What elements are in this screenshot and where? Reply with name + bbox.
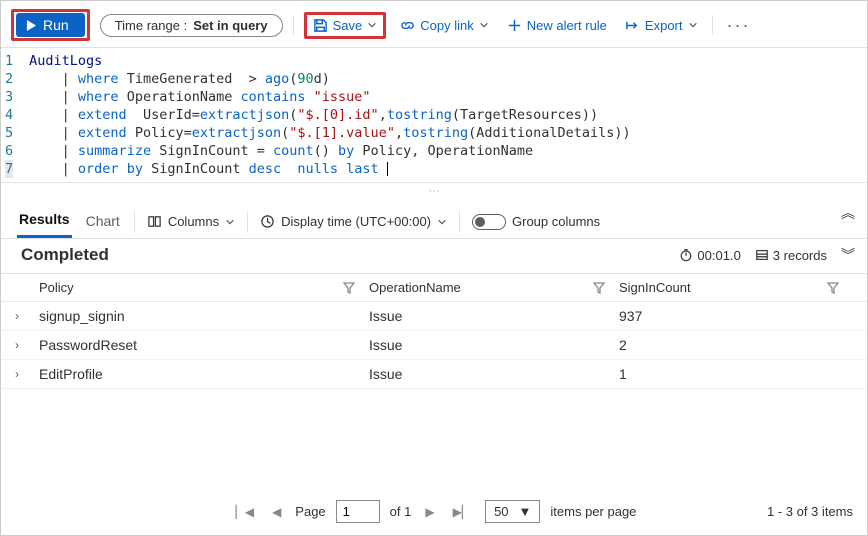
columns-icon <box>147 214 162 229</box>
page-input[interactable] <box>336 500 380 523</box>
displaytime-button[interactable]: Display time (UTC+00:00) <box>260 214 447 229</box>
filter-icon[interactable] <box>343 282 355 294</box>
run-button[interactable]: Run <box>16 13 85 37</box>
first-page-icon[interactable]: ▏◀ <box>232 505 258 519</box>
table-row[interactable]: ›PasswordResetIssue2 <box>1 331 867 360</box>
line-gutter: 1234567 <box>1 48 23 182</box>
timerange-prefix: Time range : <box>115 18 188 33</box>
col-count-label: SignInCount <box>619 280 691 295</box>
collapse-up-icon[interactable]: ︽ <box>841 203 855 223</box>
records-value: 3 records <box>773 248 827 263</box>
copylink-label: Copy link <box>420 18 473 33</box>
filter-icon[interactable] <box>827 282 839 294</box>
stopwatch-icon <box>679 248 693 262</box>
chevron-down-icon <box>688 20 698 30</box>
export-button[interactable]: Export <box>621 16 702 35</box>
cell-policy: signup_signin <box>39 308 369 324</box>
dropdown-icon: ▼ <box>519 504 532 519</box>
elapsed-value: 00:01.0 <box>697 248 740 263</box>
query-editor[interactable]: 1234567 AuditLogs | where TimeGenerated … <box>1 48 867 183</box>
col-count[interactable]: SignInCount <box>619 280 853 295</box>
table-body: ›signup_signinIssue937›PasswordResetIssu… <box>1 302 867 389</box>
last-page-icon[interactable]: ▶▏ <box>449 505 475 519</box>
pagesize-select[interactable]: 50 ▼ <box>485 500 540 523</box>
cell-count: 2 <box>619 337 853 353</box>
toolbar: Run Time range : Set in query Save Copy … <box>1 1 867 48</box>
next-page-icon[interactable]: ▶ <box>421 505 438 519</box>
separator <box>293 15 294 35</box>
results-toolbar: Results Chart Columns Display time (UTC+… <box>1 199 867 239</box>
chevron-down-icon <box>367 20 377 30</box>
expand-down-icon[interactable]: ︾ <box>841 245 855 265</box>
groupcolumns-label: Group columns <box>512 214 600 229</box>
cell-op: Issue <box>369 337 619 353</box>
cell-policy: PasswordReset <box>39 337 369 353</box>
toggle-icon <box>472 214 506 230</box>
plus-icon <box>507 18 522 33</box>
record-count: 3 records <box>755 248 827 263</box>
filter-icon[interactable] <box>593 282 605 294</box>
separator <box>134 211 135 233</box>
status-bar: Completed 00:01.0 3 records ︾ <box>1 239 867 274</box>
cell-count: 937 <box>619 308 853 324</box>
col-op[interactable]: OperationName <box>369 280 619 295</box>
tab-results[interactable]: Results <box>17 205 72 238</box>
more-menu[interactable]: ··· <box>723 15 755 36</box>
table-header: Policy OperationName SignInCount <box>1 274 867 302</box>
pager-summary: 1 - 3 of 3 items <box>767 504 853 519</box>
expand-row-icon[interactable]: › <box>15 367 39 381</box>
groupcolumns-toggle[interactable]: Group columns <box>472 214 600 230</box>
pager: ▏◀ ◀ Page of 1 ▶ ▶▏ 50 ▼ items per page … <box>1 494 867 529</box>
export-label: Export <box>645 18 683 33</box>
copylink-button[interactable]: Copy link <box>396 16 492 35</box>
expand-row-icon[interactable]: › <box>15 309 39 323</box>
separator <box>459 211 460 233</box>
timerange-pill[interactable]: Time range : Set in query <box>100 14 283 37</box>
elapsed: 00:01.0 <box>679 248 740 263</box>
separator <box>247 211 248 233</box>
save-label: Save <box>333 18 363 33</box>
run-highlight: Run <box>11 9 90 41</box>
col-policy-label: Policy <box>39 280 74 295</box>
table-row[interactable]: ›signup_signinIssue937 <box>1 302 867 331</box>
cell-policy: EditProfile <box>39 366 369 382</box>
chevron-down-icon <box>437 217 447 227</box>
pane-divider[interactable]: ··· ︽ <box>1 183 867 199</box>
prev-page-icon[interactable]: ◀ <box>268 505 285 519</box>
cell-op: Issue <box>369 308 619 324</box>
ipp-label: items per page <box>550 504 636 519</box>
newalert-button[interactable]: New alert rule <box>503 16 611 35</box>
separator <box>712 15 713 35</box>
save-icon <box>313 18 328 33</box>
status-title: Completed <box>21 245 109 265</box>
link-icon <box>400 18 415 33</box>
cell-count: 1 <box>619 366 853 382</box>
col-policy[interactable]: Policy <box>39 280 369 295</box>
timerange-value: Set in query <box>193 18 267 33</box>
page-label: Page <box>295 504 325 519</box>
chevron-down-icon <box>479 20 489 30</box>
save-highlight: Save <box>304 12 387 39</box>
pagesize-value: 50 <box>494 504 508 519</box>
chevron-down-icon <box>225 217 235 227</box>
columns-label: Columns <box>168 214 219 229</box>
play-icon <box>26 20 37 31</box>
cell-op: Issue <box>369 366 619 382</box>
save-button[interactable]: Save <box>309 16 382 35</box>
col-op-label: OperationName <box>369 280 461 295</box>
newalert-label: New alert rule <box>527 18 607 33</box>
clock-icon <box>260 214 275 229</box>
expand-row-icon[interactable]: › <box>15 338 39 352</box>
export-icon <box>625 18 640 33</box>
code-area[interactable]: AuditLogs | where TimeGenerated > ago(90… <box>23 48 867 182</box>
of-label: of 1 <box>390 504 412 519</box>
list-icon <box>755 248 769 262</box>
table-row[interactable]: ›EditProfileIssue1 <box>1 360 867 389</box>
columns-button[interactable]: Columns <box>147 214 235 229</box>
run-label: Run <box>43 17 69 33</box>
displaytime-label: Display time (UTC+00:00) <box>281 214 431 229</box>
tab-chart[interactable]: Chart <box>84 207 122 237</box>
